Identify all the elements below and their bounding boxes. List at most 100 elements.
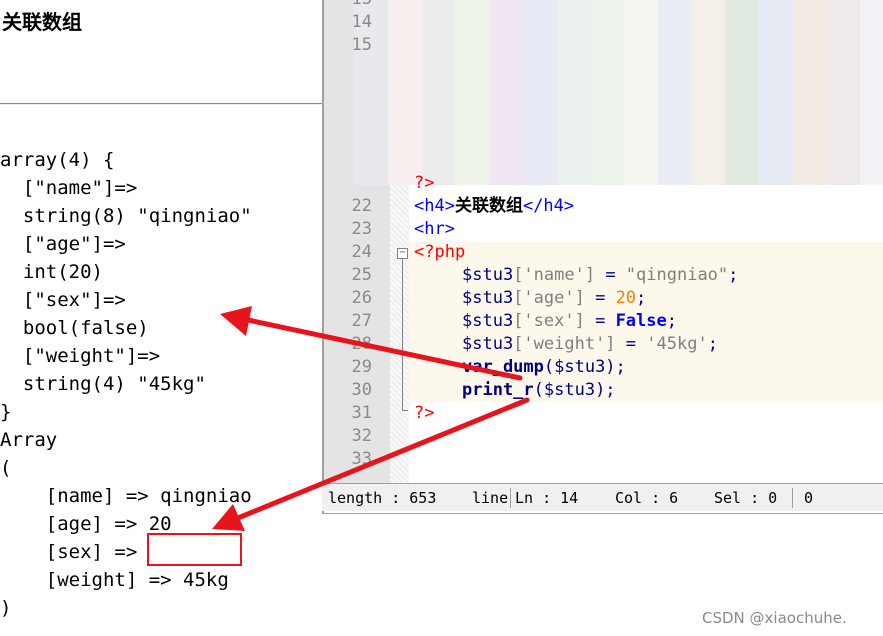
mosaic-cell xyxy=(387,0,422,37)
code-editor[interactable]: 键值 建, 全部 13 14 15 22 23 24 25 26 27 28 2… xyxy=(322,0,883,514)
browser-output-pane: 关联数组 array(4) { ["name"]=> string(8) "qi… xyxy=(0,0,322,636)
mosaic-cell xyxy=(556,111,591,148)
code-semicolon: ; xyxy=(707,334,718,354)
code-key: ['weight'] xyxy=(513,334,616,354)
status-ln: Ln : 14 xyxy=(515,489,579,507)
line-number: 30 xyxy=(351,380,372,400)
code-line-30: print_r($stu3); xyxy=(462,379,616,402)
output-line: array(4) { xyxy=(0,149,115,171)
mosaic-cell xyxy=(421,37,456,74)
mosaic-cell xyxy=(455,37,489,74)
code-line-23: <hr> xyxy=(414,218,455,241)
mosaic-cell xyxy=(590,148,624,185)
mosaic-cell xyxy=(354,111,388,148)
mosaic-cell xyxy=(759,111,793,148)
mosaic-cell xyxy=(657,74,692,111)
mosaic-cell xyxy=(691,148,726,185)
mosaic-cell xyxy=(792,37,827,74)
mosaic-cell xyxy=(725,74,759,111)
mosaic-cell xyxy=(489,148,523,185)
mosaic-cell xyxy=(826,0,861,37)
fold-guide-end xyxy=(402,410,408,411)
highlight-box xyxy=(147,533,242,566)
mosaic-cell xyxy=(826,111,861,148)
line-number: 31 xyxy=(351,403,372,423)
code-function: var_dump xyxy=(462,357,544,377)
mosaic-cell xyxy=(455,111,489,148)
mosaic-cell xyxy=(759,0,793,37)
output-line: ["name"]=> xyxy=(0,177,138,199)
mosaic-cell xyxy=(657,148,692,185)
mosaic-cell xyxy=(522,148,557,185)
mosaic-cell xyxy=(590,74,624,111)
mosaic-cell xyxy=(489,0,523,37)
mosaic-cell xyxy=(691,74,726,111)
code-variable: $stu3 xyxy=(462,265,514,285)
mosaic-cell xyxy=(522,111,557,148)
horizontal-rule xyxy=(0,103,322,105)
output-line: string(8) "qingniao" xyxy=(0,205,252,227)
mosaic-cell xyxy=(556,37,591,74)
code-key: ['age'] xyxy=(513,288,585,308)
mosaic-cell xyxy=(387,37,422,74)
line-number: 28 xyxy=(351,334,372,354)
h4-open-tag: <h4> xyxy=(414,196,455,216)
mosaic-cell xyxy=(860,74,883,111)
minus-box-icon[interactable]: − xyxy=(397,248,408,259)
line-number: 24 xyxy=(351,242,372,262)
code-semicolon: ; xyxy=(728,265,739,285)
line-number: 14 xyxy=(351,12,372,32)
mosaic-cell xyxy=(421,74,456,111)
line-number: 32 xyxy=(351,426,372,446)
line-number: 22 xyxy=(351,196,372,216)
output-line: ( xyxy=(0,457,12,479)
mosaic-cell xyxy=(455,148,489,185)
mosaic-cell xyxy=(522,37,557,74)
line-number: 26 xyxy=(351,288,372,308)
status-sel: Sel : 0 xyxy=(714,489,778,507)
mosaic-cell xyxy=(860,111,883,148)
mosaic-cell xyxy=(657,0,692,37)
php-close-tag: ?> xyxy=(414,173,435,193)
output-line: [weight] => 45kg xyxy=(0,569,229,591)
mosaic-cell xyxy=(556,148,591,185)
mosaic-cell xyxy=(826,74,861,111)
mosaic-cell xyxy=(792,111,827,148)
mosaic-cell xyxy=(590,0,624,37)
status-divider xyxy=(510,488,511,508)
output-line: Array xyxy=(0,429,58,451)
output-line: ["weight"]=> xyxy=(0,345,161,367)
code-args: ($stu3); xyxy=(533,380,616,400)
mosaic-cell xyxy=(691,111,726,148)
mosaic-cell xyxy=(624,111,658,148)
output-line: int(20) xyxy=(0,261,103,283)
code-semicolon: ; xyxy=(636,288,647,308)
mosaic-cell xyxy=(691,0,726,37)
code-line-25: $stu3['name'] = "qingniao"; xyxy=(462,264,738,287)
status-lines: line xyxy=(472,489,509,507)
fold-guide xyxy=(402,259,403,411)
mosaic-cell xyxy=(489,111,523,148)
mosaic-cell xyxy=(624,37,658,74)
output-line: ["sex"]=> xyxy=(0,289,126,311)
status-bar: length : 653 line Ln : 14 Col : 6 Sel : … xyxy=(322,483,883,511)
mosaic-cell xyxy=(489,37,523,74)
mosaic-cell xyxy=(387,111,422,148)
hr-tag: <hr> xyxy=(414,219,455,239)
pixelated-region xyxy=(354,0,883,185)
mosaic-cell xyxy=(792,0,827,37)
watermark: CSDN @xiaochuhe. xyxy=(702,609,847,627)
code-line-27: $stu3['sex'] = False; xyxy=(462,310,677,333)
mosaic-cell xyxy=(725,37,759,74)
line-number: 25 xyxy=(351,265,372,285)
php-close-tag: ?> xyxy=(414,403,435,423)
page-heading: 关联数组 xyxy=(2,10,82,34)
mosaic-cell xyxy=(860,37,883,74)
code-string: '45kg' xyxy=(646,334,708,354)
mosaic-cell xyxy=(860,0,883,37)
mosaic-cell xyxy=(624,74,658,111)
php-open-tag: <?php xyxy=(414,242,466,262)
output-line: } xyxy=(0,401,12,423)
code-key: ['name'] xyxy=(513,265,596,285)
mosaic-cell xyxy=(826,148,861,185)
